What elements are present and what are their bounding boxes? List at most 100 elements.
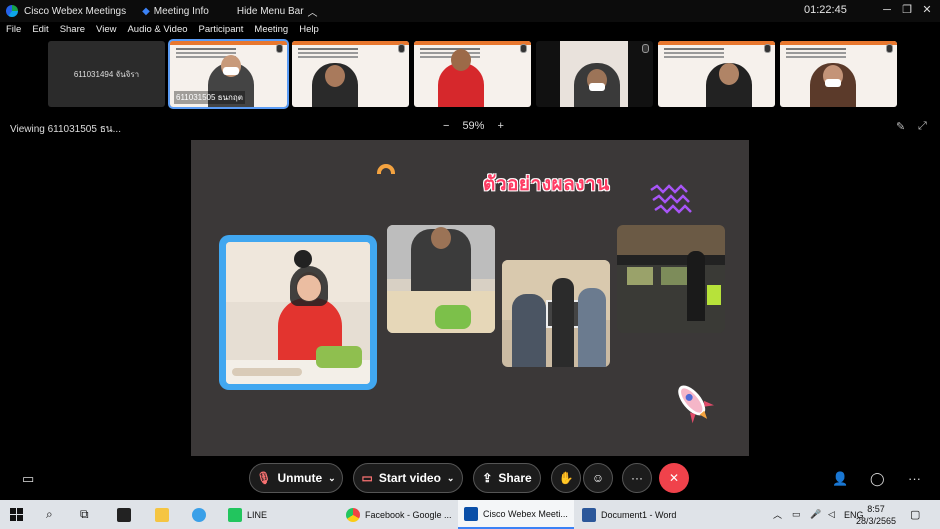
taskbar-webex[interactable]: Cisco Webex Meeti...	[458, 500, 574, 529]
mic-muted-icon	[398, 44, 405, 53]
notifications-icon[interactable]: ▢	[910, 500, 920, 529]
mic-muted-icon	[642, 44, 649, 53]
participant-thumbnail[interactable]	[780, 41, 897, 107]
clock-time: 8:57	[867, 503, 885, 514]
webex-label: Cisco Webex Meeti...	[483, 508, 568, 519]
chrome-label: Facebook - Google ...	[365, 509, 452, 520]
menu-bar: File Edit Share View Audio & Video Parti…	[0, 24, 324, 40]
menu-audio-video[interactable]: Audio & Video	[127, 24, 187, 40]
mic-muted-icon	[886, 44, 893, 53]
unmute-button[interactable]: 🎙 Unmute ⌄	[249, 463, 343, 493]
windows-taskbar: ⌕ ⧉ LINE Facebook - Google ... Cisco Web…	[0, 500, 940, 529]
clock-date: 28/3/2565	[856, 515, 897, 526]
viewing-label: Viewing 611031505 ธน...	[10, 124, 121, 135]
taskbar-chrome[interactable]: Facebook - Google ...	[340, 500, 458, 529]
line-label: LINE	[247, 509, 268, 520]
featured-photo	[219, 235, 377, 390]
start-video-button[interactable]: ▭ Start video ⌄	[353, 463, 463, 493]
fullscreen-icon[interactable]: ⤢	[918, 120, 927, 133]
chevron-down-icon: ⌄	[328, 472, 336, 483]
mic-muted-icon	[276, 44, 283, 53]
reactions-button[interactable]: ☺	[583, 463, 613, 493]
word-icon	[582, 507, 596, 522]
menu-help[interactable]: Help	[299, 24, 319, 40]
mic-muted-icon	[520, 44, 527, 53]
title-bar: Cisco Webex Meetings ◆ Meeting Info Hide…	[0, 0, 940, 22]
hide-menu-bar-label: Hide Menu Bar	[236, 5, 304, 17]
webex-window: Cisco Webex Meetings ◆ Meeting Info Hide…	[0, 0, 940, 529]
close-icon: ✕	[668, 471, 680, 485]
speaker-icon[interactable]: ◁	[828, 500, 835, 529]
clock[interactable]: 8:57 28/3/2565	[856, 500, 896, 529]
microphone-icon: 🎤	[810, 509, 822, 519]
zoom-controls: − 59% +	[443, 120, 504, 132]
more-panels-icon[interactable]: ···	[908, 471, 921, 486]
meeting-info-button[interactable]: ◆ Meeting Info	[142, 6, 209, 17]
minimize-button[interactable]: ─	[876, 2, 898, 18]
participant-thumbnail[interactable]: 611031494 จันจิรา	[48, 41, 165, 107]
webex-logo-icon	[6, 5, 18, 17]
tray-chevron-icon[interactable]: ︿	[773, 500, 782, 529]
participant-thumbnail[interactable]	[658, 41, 775, 107]
squiggle-decor	[650, 184, 692, 214]
chat-icon[interactable]: ◯	[870, 471, 885, 487]
search-icon[interactable]: ⌕	[46, 500, 53, 529]
app-name: Cisco Webex Meetings	[24, 5, 127, 17]
file-explorer-icon[interactable]	[155, 500, 169, 529]
more-icon: ···	[631, 471, 643, 485]
work-photo	[387, 225, 495, 333]
work-photo	[502, 260, 610, 367]
annotate-icon[interactable]: ✎	[896, 120, 905, 133]
ie-icon[interactable]	[192, 500, 206, 529]
share-icon: ⇪	[482, 471, 493, 485]
zoom-in-button[interactable]: +	[497, 120, 503, 132]
menu-participant[interactable]: Participant	[199, 24, 244, 40]
participant-strip: 611031494 จันจิรา 611031505 ธนกฤต	[48, 39, 897, 109]
share-label: Share	[498, 471, 532, 485]
participant-name: 611031505 ธนกฤต	[174, 91, 245, 104]
menu-share[interactable]: Share	[60, 24, 85, 40]
participant-thumbnail[interactable]	[414, 41, 531, 107]
word-label: Document1 - Word	[601, 509, 677, 520]
zoom-level: 59%	[462, 120, 485, 132]
menu-meeting[interactable]: Meeting	[254, 24, 288, 40]
hide-menu-bar-button[interactable]: Hide Menu Bar ︿	[237, 4, 318, 19]
mic-muted-icon	[764, 44, 771, 53]
emoji-icon: ☺	[591, 471, 605, 485]
chevron-down-icon: ⌄	[446, 472, 455, 483]
slide-title: ตัวอย่างผลงาน	[483, 173, 610, 195]
menu-file[interactable]: File	[6, 24, 21, 40]
participants-icon[interactable]: 👤	[832, 471, 848, 487]
restore-button[interactable]: ❐	[896, 2, 918, 18]
more-options-button[interactable]: ···	[622, 463, 652, 493]
chevron-up-icon: ︿	[307, 7, 318, 19]
task-view-icon[interactable]: ⧉	[80, 500, 89, 529]
menu-edit[interactable]: Edit	[32, 24, 48, 40]
mic-off-icon: 🎙	[256, 471, 272, 485]
line-icon	[228, 507, 242, 522]
webex-icon	[464, 506, 478, 521]
participant-thumbnail[interactable]	[292, 41, 409, 107]
taskbar-word[interactable]: Document1 - Word	[576, 500, 682, 529]
work-photo	[617, 225, 725, 333]
decor-arc	[377, 164, 395, 174]
participant-name: 611031494 จันจิรา	[73, 69, 140, 79]
participant-thumbnail-active[interactable]: 611031505 ธนกฤต	[168, 39, 289, 109]
meeting-info-label: Meeting Info	[153, 5, 209, 17]
chrome-icon	[346, 507, 360, 522]
start-video-label: Start video	[378, 471, 441, 485]
windows-start-icon[interactable]	[10, 500, 23, 529]
shared-content: ตัวอย่างผลงาน	[191, 140, 749, 456]
close-window-button[interactable]: ✕	[916, 2, 938, 18]
zoom-out-button[interactable]: −	[443, 120, 449, 132]
caption-icon[interactable]: ▭	[22, 471, 34, 487]
participant-thumbnail[interactable]	[536, 41, 653, 107]
mail-icon[interactable]	[117, 500, 131, 529]
menu-view[interactable]: View	[96, 24, 116, 40]
taskbar-line[interactable]: LINE	[222, 500, 273, 529]
unmute-label: Unmute	[277, 471, 323, 485]
end-meeting-button[interactable]: ✕	[659, 463, 689, 493]
share-button[interactable]: ⇪ Share	[473, 463, 541, 493]
raise-hand-button[interactable]: ✋	[551, 463, 581, 493]
meeting-controls: ▭ 🎙 Unmute ⌄ ▭ Start video ⌄ ⇪ Share ✋ ☺…	[0, 456, 940, 500]
